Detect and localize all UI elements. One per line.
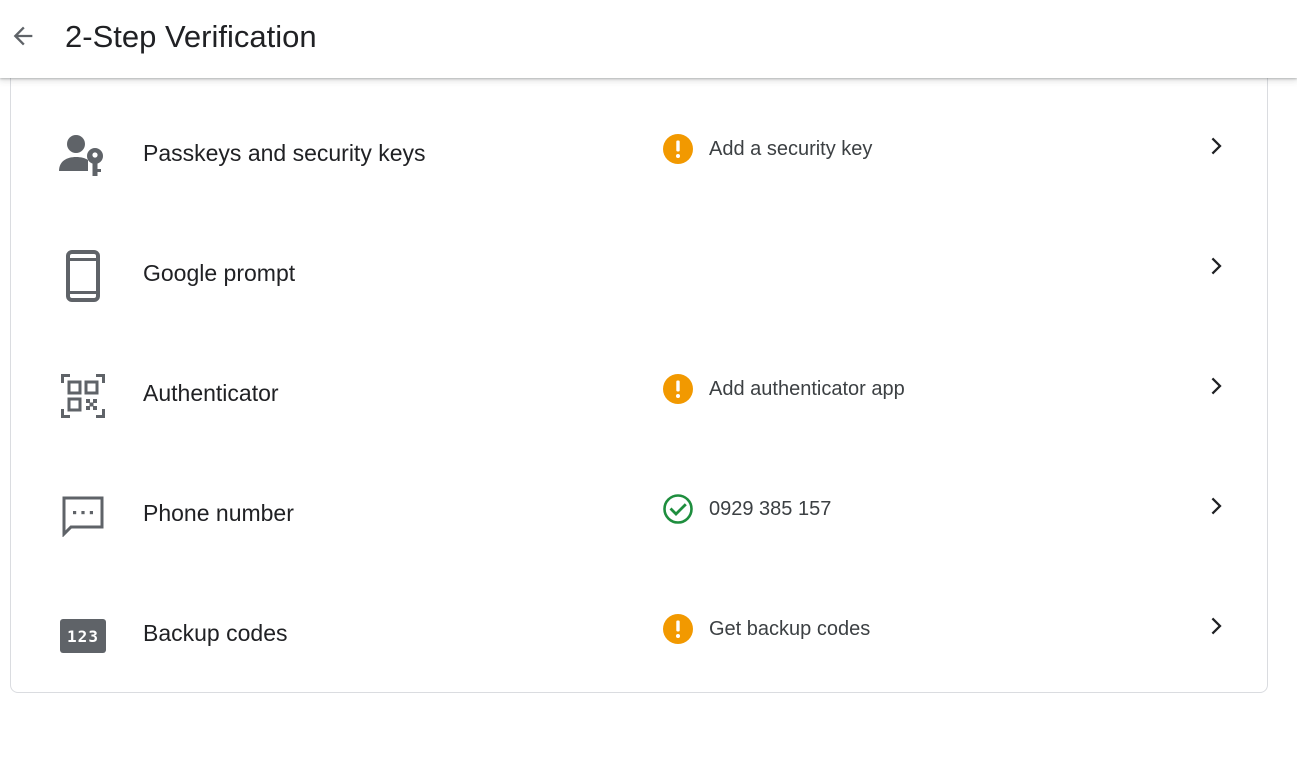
warning-icon bbox=[662, 373, 694, 405]
row-phone-number[interactable]: Phone number 0929 385 157 bbox=[11, 456, 1267, 576]
warning-icon bbox=[662, 133, 694, 165]
row-label: Authenticator bbox=[143, 380, 279, 406]
page-title: 2-Step Verification bbox=[65, 19, 317, 54]
status: Add authenticator app bbox=[662, 373, 905, 405]
status-text: Add authenticator app bbox=[709, 377, 905, 400]
row-authenticator[interactable]: Authenticator Add authenticator app bbox=[11, 336, 1267, 456]
arrow-back-icon bbox=[9, 22, 37, 55]
back-button[interactable] bbox=[4, 16, 42, 60]
warning-icon bbox=[662, 613, 694, 645]
qr-code-icon bbox=[58, 370, 108, 422]
chevron-right-icon bbox=[1201, 132, 1229, 160]
row-passkeys[interactable]: Passkeys and security keys Add a securit… bbox=[11, 96, 1267, 216]
sms-message-icon bbox=[58, 490, 108, 542]
status-text: Get backup codes bbox=[709, 617, 871, 640]
status: 0929 385 157 bbox=[662, 493, 831, 525]
phone-device-icon bbox=[58, 250, 108, 302]
passkey-icon bbox=[58, 130, 108, 182]
row-label: Google prompt bbox=[143, 260, 296, 286]
status-text: 0929 385 157 bbox=[709, 497, 832, 520]
chevron-right-icon bbox=[1201, 252, 1229, 280]
icon-text: 123 bbox=[67, 626, 99, 646]
top-app-bar: 2-Step Verification bbox=[0, 0, 1297, 78]
row-label: Passkeys and security keys bbox=[143, 140, 426, 166]
row-label: Phone number bbox=[143, 500, 294, 526]
check-circle-icon bbox=[662, 493, 694, 525]
status-text: Add a security key bbox=[709, 137, 873, 160]
chevron-right-icon bbox=[1201, 372, 1229, 400]
row-google-prompt[interactable]: Google prompt bbox=[11, 216, 1267, 336]
status: Get backup codes bbox=[662, 613, 870, 645]
numbers-123-icon: 123 bbox=[58, 610, 108, 662]
status: Add a security key bbox=[662, 133, 872, 165]
row-label: Backup codes bbox=[143, 620, 288, 646]
chevron-right-icon bbox=[1201, 612, 1229, 640]
row-backup-codes[interactable]: 123 Backup codes Get backup codes bbox=[11, 576, 1267, 696]
chevron-right-icon bbox=[1201, 492, 1229, 520]
